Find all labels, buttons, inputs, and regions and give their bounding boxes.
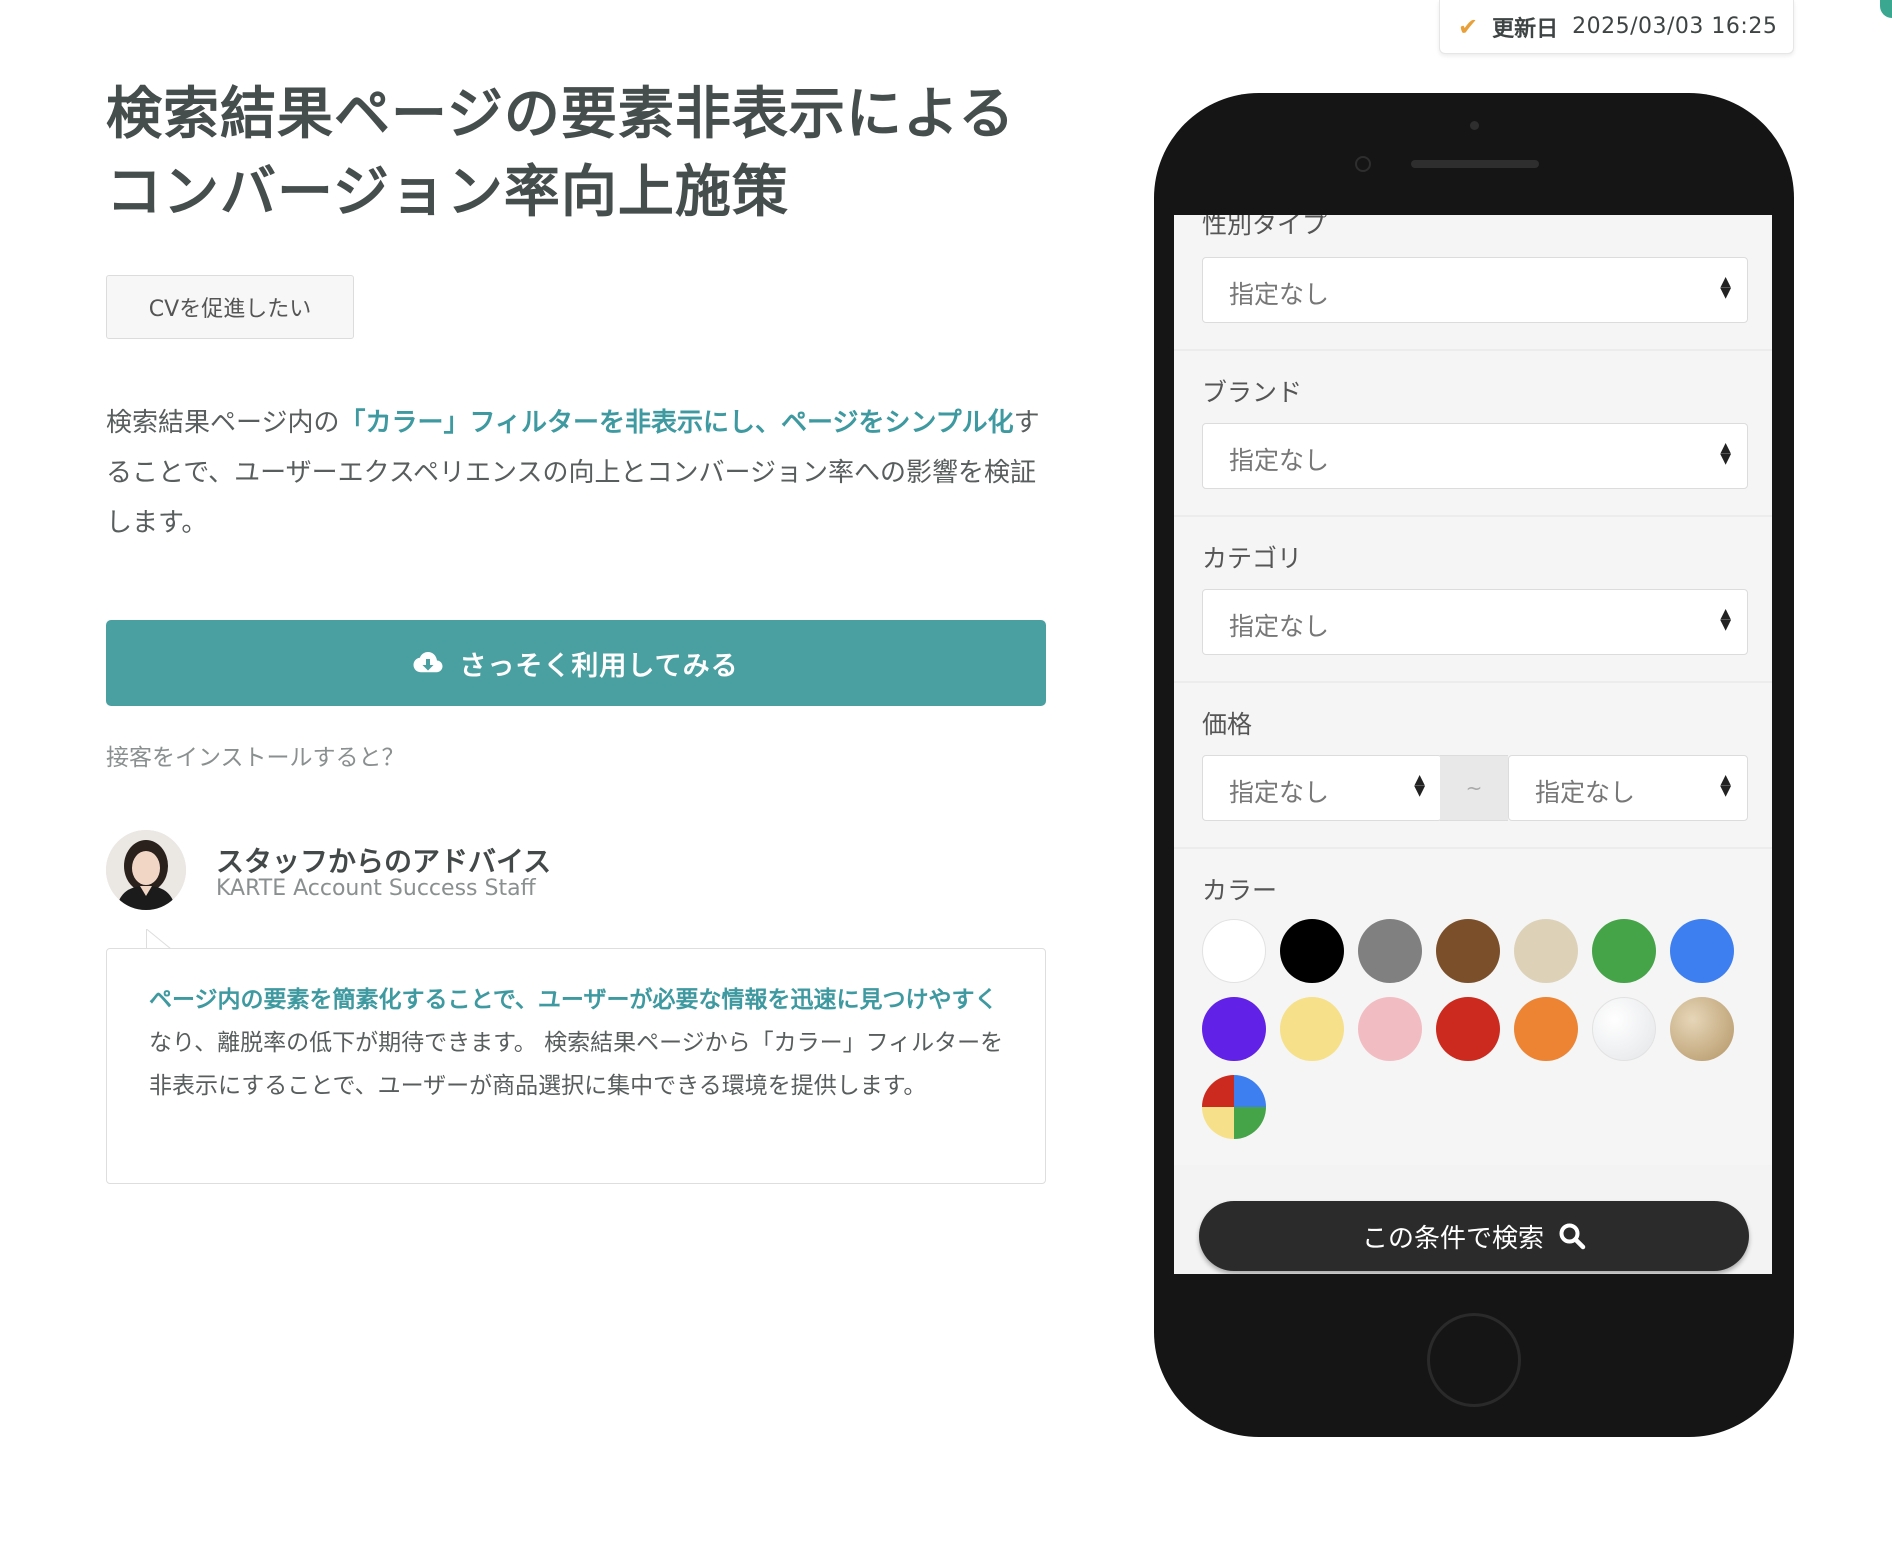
- bubble-tail: [146, 929, 172, 950]
- updated-badge: ✔ 更新日 2025/03/03 16:25: [1439, 0, 1794, 54]
- page-title: 検索結果ページの要素非表示による コンバージョン率向上施策: [106, 76, 1086, 232]
- divider: [1174, 515, 1772, 517]
- install-info-link[interactable]: 接客をインストールすると？: [106, 738, 405, 772]
- divider: [1174, 681, 1772, 683]
- phone-speaker: [1411, 160, 1539, 168]
- category-select[interactable]: 指定なし ▲ ▼: [1202, 589, 1748, 655]
- description: 検索結果ページ内の「カラー」フィルターを非表示にし、ページをシンプル化することで…: [106, 398, 1046, 548]
- divider: [1174, 847, 1772, 849]
- filter-label-brand: ブランド: [1202, 378, 1303, 407]
- category-select-value: 指定なし: [1229, 612, 1330, 641]
- brand-select[interactable]: 指定なし ▲ ▼: [1202, 423, 1748, 489]
- color-swatch[interactable]: [1358, 919, 1422, 983]
- search-button-label: この条件で検索: [1361, 1223, 1544, 1254]
- sort-arrows-icon: ▲ ▼: [1720, 274, 1731, 301]
- phone-mockup: 性別タイプ 指定なし ▲ ▼ ブランド 指定なし ▲ ▼ カテゴリ 指定なし ▲ ▼ …: [1154, 93, 1794, 1437]
- color-swatch[interactable]: [1592, 997, 1656, 1061]
- sort-arrows-icon: ▲ ▼: [1414, 772, 1425, 799]
- corner-decoration: [1880, 0, 1892, 18]
- page-title-line1: 検索結果ページの要素非表示による: [106, 82, 1016, 147]
- updated-label: 更新日: [1492, 16, 1559, 42]
- price-min-value: 指定なし: [1229, 778, 1330, 807]
- color-swatch[interactable]: [1202, 1075, 1266, 1139]
- price-max-value: 指定なし: [1535, 778, 1636, 807]
- check-icon: ✔: [1458, 12, 1479, 41]
- color-swatch[interactable]: [1436, 997, 1500, 1061]
- sort-arrows-icon: ▲ ▼: [1720, 440, 1731, 467]
- phone-sensor: [1470, 121, 1479, 130]
- color-swatch[interactable]: [1202, 919, 1266, 983]
- gender-select-value: 指定なし: [1229, 280, 1330, 309]
- cloud-download-icon: [413, 652, 443, 673]
- color-swatch[interactable]: [1670, 919, 1734, 983]
- updated-date: 2025/03/03 16:25: [1572, 14, 1778, 39]
- brand-select-value: 指定なし: [1229, 446, 1330, 475]
- filter-label-color: カラー: [1202, 876, 1278, 905]
- color-swatch[interactable]: [1202, 997, 1266, 1061]
- use-now-label: さっそく利用してみる: [459, 650, 739, 682]
- advice-title: スタッフからのアドバイス: [216, 845, 552, 878]
- filter-label-price: 価格: [1202, 710, 1253, 739]
- phone-screen: 性別タイプ 指定なし ▲ ▼ ブランド 指定なし ▲ ▼ カテゴリ 指定なし ▲ ▼ …: [1174, 215, 1772, 1274]
- description-text: 検索結果ページ内の: [106, 408, 340, 438]
- advice-text: ページ内の要素を簡素化することで、ユーザーが必要な情報を迅速に見つけやすくなり、…: [149, 979, 1009, 1108]
- color-swatch[interactable]: [1514, 919, 1578, 983]
- avatar: [106, 830, 186, 910]
- gender-select[interactable]: 指定なし ▲ ▼: [1202, 257, 1748, 323]
- color-swatch[interactable]: [1592, 919, 1656, 983]
- price-separator: ~: [1440, 755, 1508, 821]
- filter-label-gender: 性別タイプ: [1202, 215, 1328, 239]
- advice-bubble: ページ内の要素を簡素化することで、ユーザーが必要な情報を迅速に見つけやすくなり、…: [106, 948, 1046, 1184]
- advice-subtitle: KARTE Account Success Staff: [216, 876, 536, 901]
- search-icon: [1559, 1223, 1586, 1250]
- price-max-select[interactable]: 指定なし ▲ ▼: [1508, 755, 1748, 821]
- description-highlight: 「カラー」フィルターを非表示にし、ページをシンプル化: [339, 408, 1014, 438]
- category-tag[interactable]: CVを促進したい: [106, 275, 354, 339]
- use-now-button[interactable]: さっそく利用してみる: [106, 620, 1046, 706]
- advice-body: なり、離脱率の低下が期待できます。 検索結果ページから「カラー」フィルターを非表…: [149, 1030, 1004, 1099]
- home-button: [1427, 1313, 1521, 1407]
- color-swatch[interactable]: [1514, 997, 1578, 1061]
- price-min-select[interactable]: 指定なし ▲ ▼: [1202, 755, 1442, 821]
- advice-highlight: ページ内の要素を簡素化することで、ユーザーが必要な情報を迅速に見つけやすく: [149, 987, 998, 1013]
- color-swatch[interactable]: [1280, 919, 1344, 983]
- sort-arrows-icon: ▲ ▼: [1720, 606, 1731, 633]
- color-swatch[interactable]: [1280, 997, 1344, 1061]
- sort-arrows-icon: ▲ ▼: [1720, 772, 1731, 799]
- search-conditions-button[interactable]: この条件で検索: [1199, 1201, 1749, 1271]
- color-swatch[interactable]: [1670, 997, 1734, 1061]
- divider: [1174, 349, 1772, 351]
- phone-camera: [1355, 156, 1371, 172]
- page-title-line2: コンバージョン率向上施策: [106, 160, 789, 225]
- color-swatch[interactable]: [1358, 997, 1422, 1061]
- staff-photo: [106, 830, 186, 910]
- filter-label-category: カテゴリ: [1202, 544, 1303, 573]
- color-swatch[interactable]: [1436, 919, 1500, 983]
